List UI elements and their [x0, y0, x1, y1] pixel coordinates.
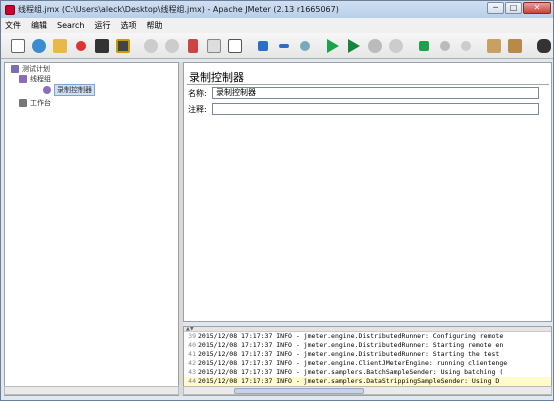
menu-file[interactable]: 文件 [5, 20, 21, 31]
test-plan-tree[interactable]: 测试计划 线程组 录制控制器 工作台 [4, 62, 179, 396]
name-input[interactable]: 录制控制器 [212, 87, 539, 99]
minimize-button[interactable]: ─ [487, 2, 504, 14]
plus-icon [258, 40, 269, 51]
test-plan-icon [11, 65, 19, 73]
cut-button[interactable] [183, 36, 202, 56]
stop-icon [367, 38, 382, 53]
log-line: 40 2015/12/08 17:17:37 INFO - jmeter.engi… [188, 341, 504, 349]
shutdown-button[interactable] [386, 36, 405, 56]
log-horizontal-scrollbar[interactable] [183, 386, 552, 395]
element-panel: 录制控制器 名称: 录制控制器 注释: [183, 62, 552, 322]
cut-icon [187, 38, 198, 53]
remote-start-icon [419, 40, 430, 51]
jmeter-app-icon [5, 4, 15, 15]
tree-node-workbench[interactable]: 工作台 [19, 98, 51, 108]
toggle-button[interactable] [295, 36, 314, 56]
tree-node-test-plan[interactable]: 测试计划 [11, 64, 50, 74]
broom-icon [487, 38, 502, 53]
tree-node-label: 工作台 [30, 99, 51, 107]
new-button[interactable] [9, 36, 28, 56]
toolbar [1, 33, 553, 59]
log-line: 39 2015/12/08 17:17:37 INFO - jmeter.engi… [188, 332, 504, 340]
workbench-icon [19, 99, 27, 107]
menu-run[interactable]: 运行 [94, 20, 110, 31]
tree-node-thread-group[interactable]: 线程组 [19, 74, 51, 84]
thread-group-icon [19, 75, 27, 83]
maximize-button[interactable]: □ [505, 2, 522, 14]
jmeter-window: 线程组.jmx (C:\Users\aleck\Desktop\线程组.jmx)… [0, 0, 554, 401]
minus-icon [278, 43, 289, 48]
tree-horizontal-scrollbar[interactable] [4, 386, 179, 395]
copy-icon [206, 38, 221, 53]
start-no-pause-button[interactable] [345, 36, 364, 56]
name-label: 名称: [188, 88, 207, 98]
redo-button[interactable] [163, 36, 182, 56]
copy-button[interactable] [204, 36, 223, 56]
warning-icon [75, 40, 86, 51]
undo-button[interactable] [142, 36, 161, 56]
shutdown-icon [388, 38, 403, 53]
broom-all-icon [508, 38, 523, 53]
remote-stop-button[interactable] [436, 36, 455, 56]
play-no-pause-icon [348, 38, 361, 53]
menu-edit[interactable]: 编辑 [31, 20, 47, 31]
save-as-icon [115, 38, 130, 53]
menu-bar: 文件 编辑 Search 运行 选项 帮助 [1, 18, 553, 33]
log-line: 42 2015/12/08 17:17:37 INFO - jmeter.engi… [188, 359, 508, 367]
log-line: 44 2015/12/08 17:17:37 INFO - jmeter.samp… [184, 377, 551, 386]
menu-search[interactable]: Search [57, 21, 84, 30]
remote-start-button[interactable] [415, 36, 434, 56]
new-icon [11, 38, 26, 53]
toggle-icon [299, 40, 310, 51]
name-row: 名称: 录制控制器 [188, 87, 539, 99]
close-button[interactable]: ✕ [523, 2, 551, 14]
remote-exit-icon [460, 40, 471, 51]
log-line: 43 2015/12/08 17:17:37 INFO - jmeter.samp… [188, 368, 504, 376]
clear-all-button[interactable] [506, 36, 525, 56]
folder-icon [53, 38, 68, 53]
tree-node-label: 测试计划 [22, 65, 50, 73]
tree-node-label: 录制控制器 [54, 84, 95, 96]
window-title: 线程组.jmx (C:\Users\aleck\Desktop\线程组.jmx)… [18, 5, 339, 14]
comment-row: 注释: [188, 103, 539, 115]
log-line: 41 2015/12/08 17:17:37 INFO - jmeter.engi… [188, 350, 500, 358]
stop-button[interactable] [365, 36, 384, 56]
comment-label: 注释: [188, 104, 207, 114]
title-bar[interactable]: 线程组.jmx (C:\Users\aleck\Desktop\线程组.jmx)… [1, 1, 553, 18]
save-button[interactable] [92, 36, 111, 56]
save-icon [94, 38, 109, 53]
expand-button[interactable] [254, 36, 273, 56]
template-icon [32, 38, 47, 53]
tree-node-label: 线程组 [30, 75, 51, 83]
binoculars-icon [536, 38, 551, 53]
clear-button[interactable] [485, 36, 504, 56]
play-icon [327, 38, 340, 53]
panel-title: 录制控制器 [189, 71, 244, 84]
warning-button[interactable] [72, 36, 91, 56]
scrollbar-thumb[interactable] [234, 388, 364, 394]
paste-button[interactable] [225, 36, 244, 56]
remote-exit-button[interactable] [457, 36, 476, 56]
panel-divider [187, 84, 549, 85]
template-button[interactable] [30, 36, 49, 56]
comment-input[interactable] [212, 103, 539, 115]
start-button[interactable] [324, 36, 343, 56]
menu-help[interactable]: 帮助 [146, 20, 162, 31]
remote-stop-icon [440, 40, 451, 51]
search-button[interactable] [534, 36, 553, 56]
collapse-button[interactable] [274, 36, 293, 56]
menu-options[interactable]: 选项 [120, 20, 136, 31]
save-as-button[interactable] [113, 36, 132, 56]
redo-icon [164, 38, 179, 53]
undo-icon [144, 38, 159, 53]
tree-node-recording-controller[interactable]: 录制控制器 [43, 84, 95, 96]
recording-controller-icon [43, 86, 51, 94]
paste-icon [227, 38, 242, 53]
open-button[interactable] [51, 36, 70, 56]
